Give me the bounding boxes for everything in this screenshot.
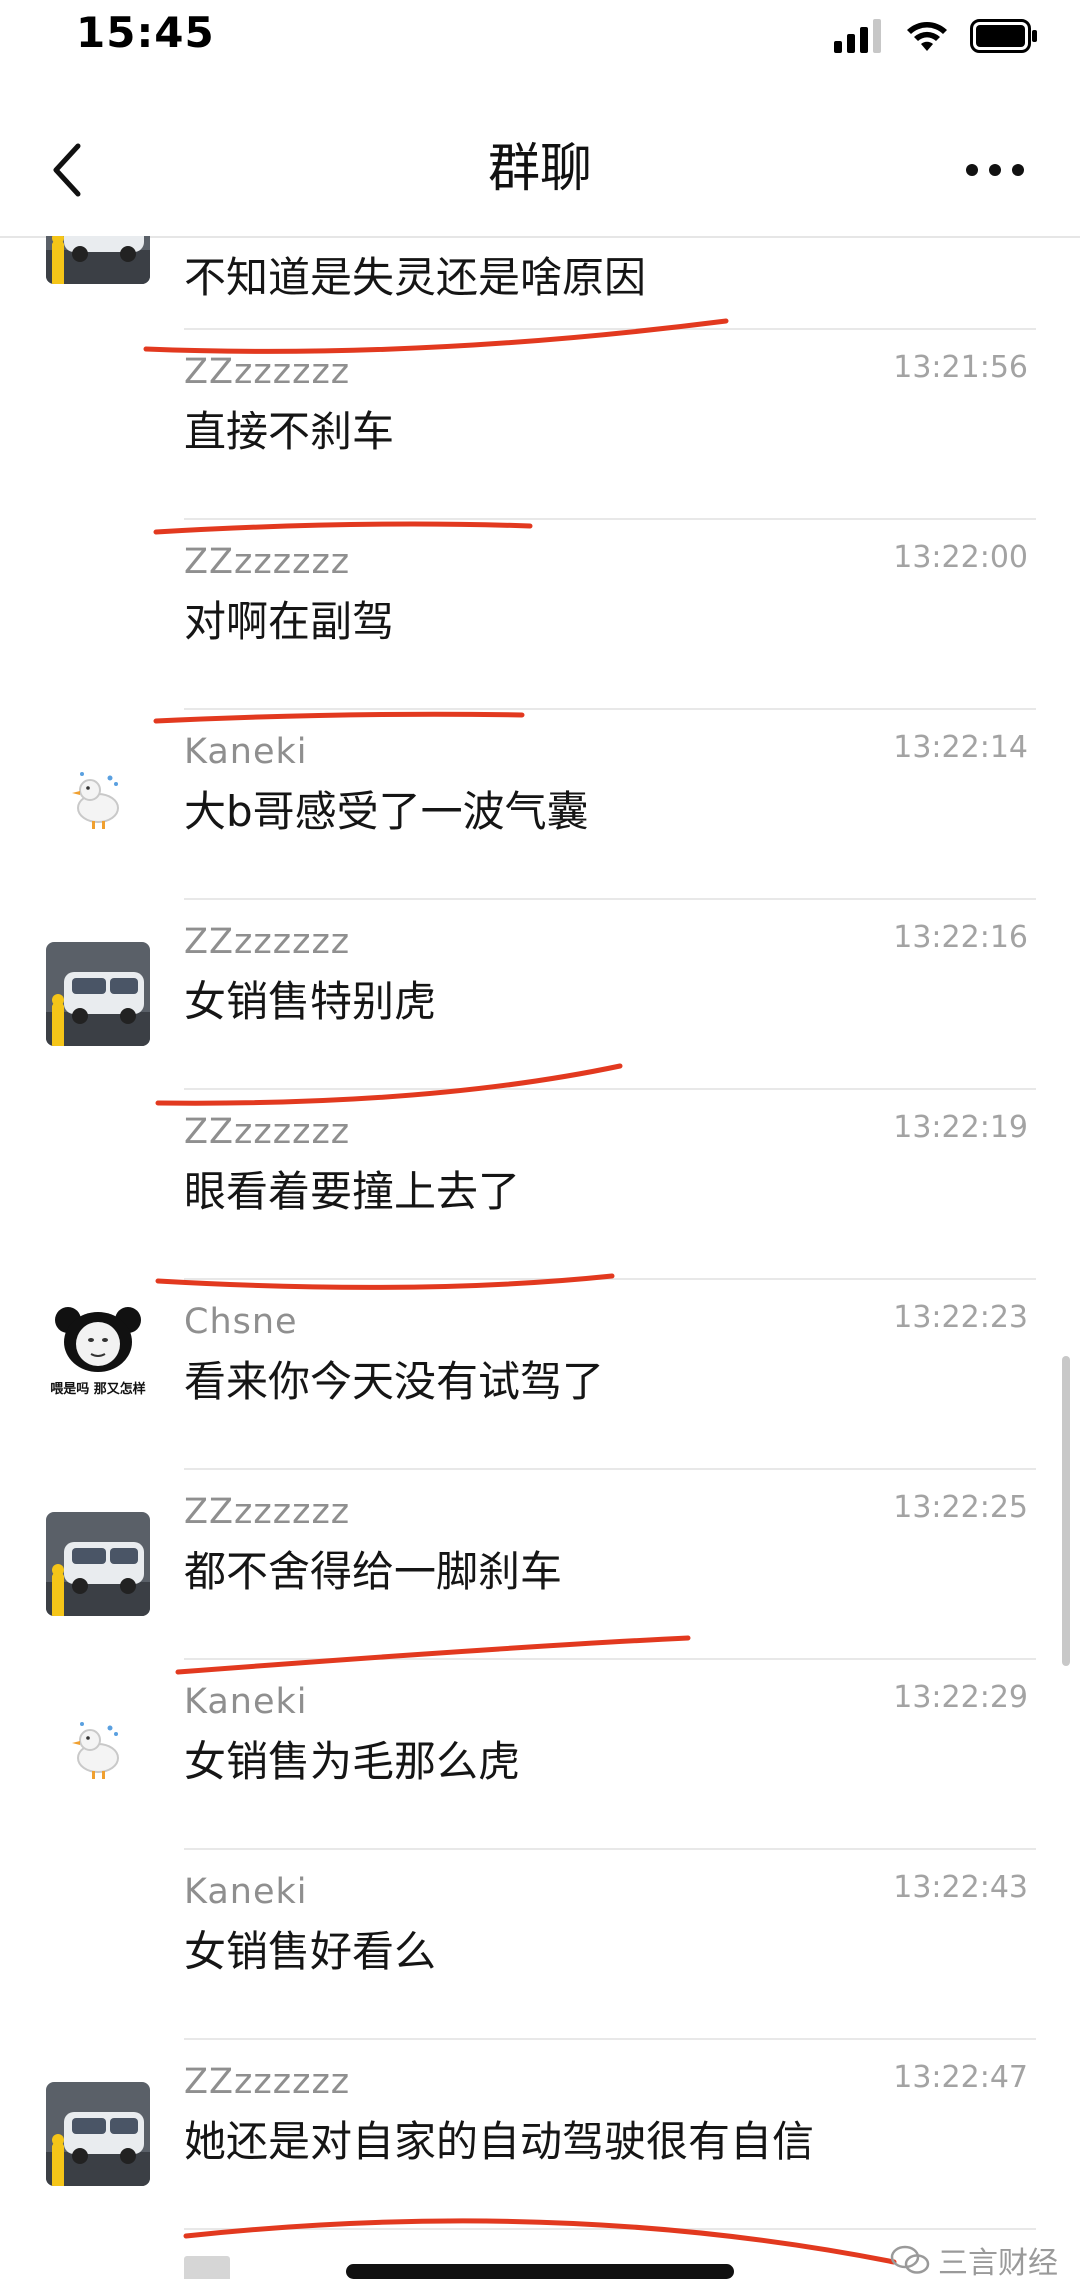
sender-name: ZZzzzzzz [184, 542, 351, 582]
message-text: 都不舍得给一脚刹车 [184, 1547, 563, 1596]
underline-stroke [143, 318, 729, 354]
message-text: 直接不刹车 [184, 407, 395, 456]
message-time: 13:22:16 [893, 920, 1028, 955]
divider [184, 1658, 1036, 1660]
underline-stroke [175, 1635, 691, 1675]
chat-list[interactable]: 不知道是失灵还是啥原因 ZZzzzzzz 13:21:56 直接不刹车 ZZzz… [0, 236, 1080, 2279]
more-button[interactable] [960, 140, 1030, 200]
divider [184, 898, 1036, 900]
watermark: 三言财经 [890, 2238, 1058, 2282]
avatar-van [46, 236, 150, 284]
underline-stroke [153, 711, 525, 724]
cellular-signal-icon [834, 19, 881, 53]
message-time: 13:21:56 [893, 350, 1028, 385]
divider [184, 1088, 1036, 1090]
underline-stroke [153, 521, 533, 535]
avatar-van [46, 2082, 150, 2186]
sender-name: Kaneki [184, 1682, 308, 1722]
sender-name: Kaneki [184, 732, 308, 772]
home-indicator [346, 2264, 734, 2279]
message-text: 眼看着要撞上去了 [184, 1167, 521, 1216]
divider [184, 2038, 1036, 2040]
avatar-van [46, 942, 150, 1046]
watermark-text: 三言财经 [938, 2246, 1058, 2281]
message-time: 13:22:23 [893, 1300, 1028, 1335]
sender-name: ZZzzzzzz [184, 352, 351, 392]
divider [184, 1848, 1036, 1850]
more-dots-icon [966, 164, 1024, 176]
message-text: 女销售特别虎 [184, 977, 437, 1026]
sender-name: Kaneki [184, 1872, 308, 1912]
status-time: 15:45 [76, 8, 215, 57]
wifi-icon [907, 22, 947, 51]
status-bar: 15:45 [0, 0, 1080, 80]
battery-icon [970, 19, 1037, 53]
message-text: 大b哥感受了一波气囊 [184, 787, 589, 836]
sender-name: ZZzzzzzz [184, 922, 351, 962]
wechat-logo-icon [890, 2245, 930, 2274]
divider [184, 328, 1036, 330]
message-text: 看来你今天没有试驾了 [184, 1357, 605, 1406]
divider [184, 2228, 1036, 2230]
message-time: 13:22:47 [893, 2060, 1028, 2095]
message-time: 13:22:14 [893, 730, 1028, 765]
scrollbar-thumb[interactable] [1062, 1356, 1070, 1666]
message-time: 13:22:19 [893, 1110, 1028, 1145]
divider [184, 1468, 1036, 1470]
sender-name: ZZzzzzzz [184, 1492, 351, 1532]
avatar-duck [46, 1694, 150, 1798]
divider [184, 1278, 1036, 1280]
message-time: 13:22:00 [893, 540, 1028, 575]
avatar-duck [46, 744, 150, 848]
message-time: 13:22:25 [893, 1490, 1028, 1525]
message-text: 女销售为毛那么虎 [184, 1737, 521, 1786]
message-time: 13:22:29 [893, 1680, 1028, 1715]
sender-name: ZZzzzzzz [184, 2062, 351, 2102]
message-text: 女销售好看么 [184, 1927, 437, 1976]
divider [184, 518, 1036, 520]
avatar-panda: 喂是吗 那又怎样 [46, 1302, 150, 1406]
underline-stroke [155, 1063, 623, 1106]
divider [184, 708, 1036, 710]
sender-name: Chsne [184, 1302, 298, 1342]
sender-name: ZZzzzzzz [184, 1112, 351, 1152]
page-title: 群聊 [487, 139, 592, 199]
message-text: 她还是对自家的自动驾驶很有自信 [184, 2117, 815, 2166]
avatar-caption: 喂是吗 那又怎样 [50, 1382, 146, 1397]
status-icons [834, 16, 1038, 56]
nav-bar: 群聊 [0, 100, 1080, 238]
avatar-van [46, 1512, 150, 1616]
message-text: 不知道是失灵还是啥原因 [184, 253, 647, 302]
sender-name-partial [184, 2256, 230, 2279]
message-time: 13:22:43 [893, 1870, 1028, 1905]
message-text: 对啊在副驾 [184, 597, 395, 646]
